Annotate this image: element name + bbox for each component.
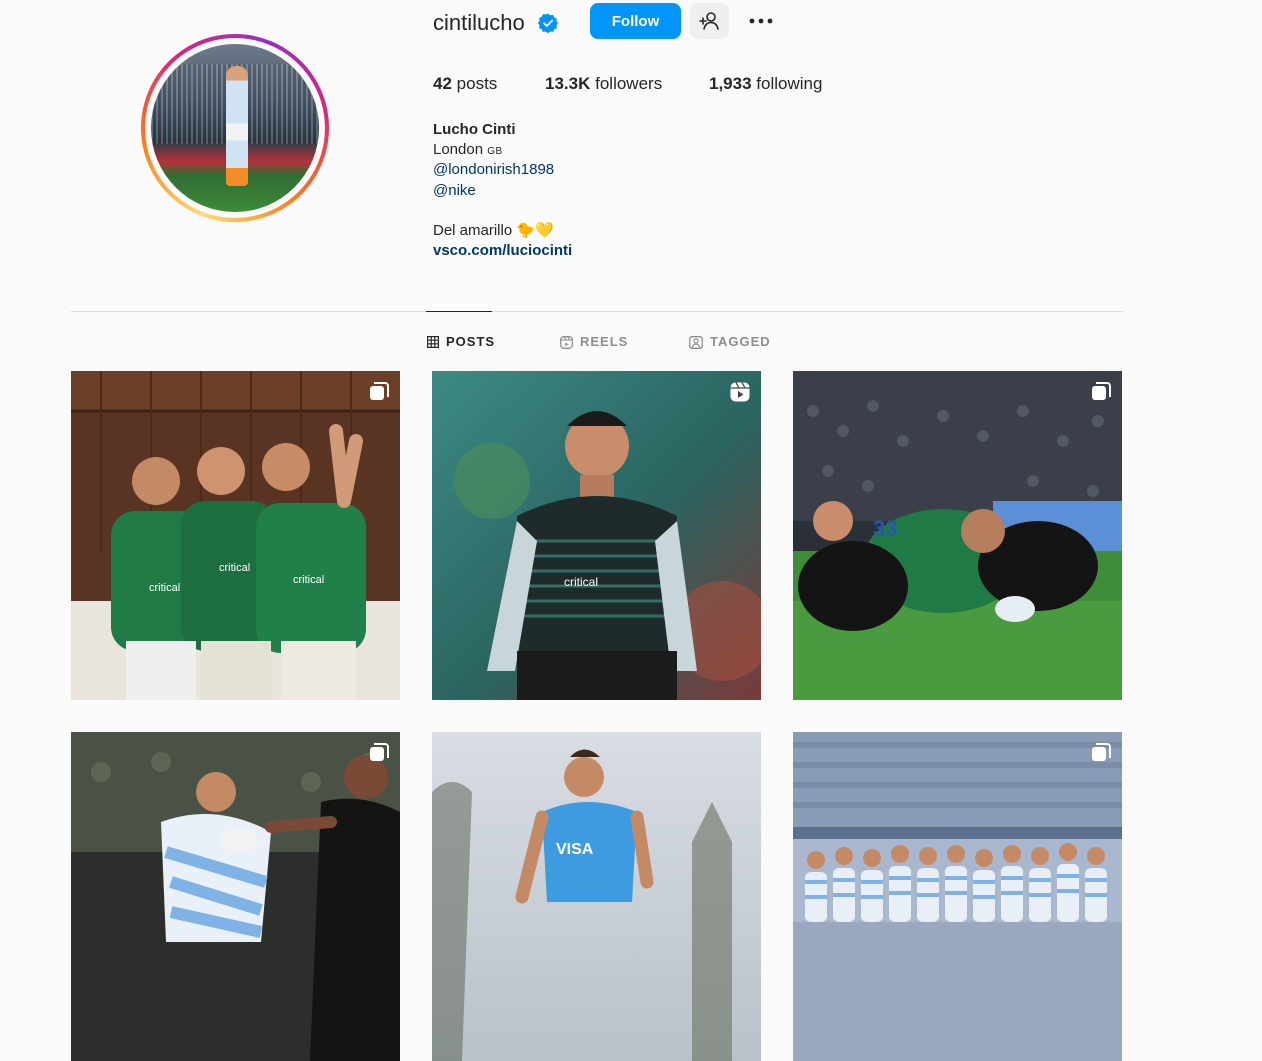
svg-text:critical: critical (293, 574, 324, 586)
add-person-icon (699, 12, 719, 30)
carousel-icon (370, 743, 389, 761)
post-tile[interactable] (793, 732, 1122, 1061)
post-photo-ball-carry (71, 732, 400, 1061)
svg-text:VISA: VISA (556, 841, 594, 858)
profile-username: cintilucho (433, 10, 525, 35)
follow-button[interactable]: Follow (590, 3, 681, 39)
tagged-icon (689, 335, 703, 349)
posts-count: 42 (433, 74, 452, 93)
post-photo-player-running: VISA (432, 732, 761, 1061)
post-tile[interactable]: VISA (432, 732, 761, 1061)
post-tile[interactable] (71, 732, 400, 1061)
verified-badge-icon (538, 13, 558, 33)
post-tile[interactable]: critical (432, 371, 761, 700)
following-stat[interactable]: 1,933 following (709, 73, 822, 95)
svg-text:33: 33 (873, 516, 897, 541)
followers-count: 13.3K (545, 74, 591, 93)
mention-link-nike[interactable]: @nike (433, 181, 476, 201)
tab-posts-label: POSTS (446, 334, 496, 349)
profile-location: London (433, 141, 484, 158)
tabs-divider (71, 311, 1123, 312)
profile-avatar-ring[interactable] (141, 34, 329, 222)
followers-stat[interactable]: 13.3K followers (545, 73, 662, 95)
reels-icon (560, 335, 573, 349)
profile-full-name: Lucho Cinti (433, 121, 516, 138)
location-flag: GB (487, 146, 503, 157)
post-photo-team-celebration: critical critical critical (71, 371, 400, 700)
bio-text: Del amarillo 🐤💛 (433, 222, 554, 239)
suggested-accounts-button[interactable] (690, 3, 729, 39)
website-link[interactable]: vsco.com/luciocinti (433, 241, 572, 261)
more-dots-icon (749, 18, 773, 24)
carousel-icon (370, 382, 389, 400)
tab-tagged[interactable]: TAGGED (689, 333, 771, 351)
avatar-border (145, 38, 325, 218)
profile-location-line: London GB (433, 140, 503, 162)
reel-icon (730, 382, 750, 402)
mention-link-londonirish[interactable]: @londonirish1898 (433, 160, 554, 180)
avatar-player-figure (226, 66, 248, 186)
active-tab-indicator (426, 311, 492, 312)
tab-posts[interactable]: POSTS (427, 333, 495, 351)
followers-label: followers (595, 74, 663, 93)
more-options-button[interactable] (745, 8, 777, 34)
svg-text:critical: critical (149, 582, 180, 594)
carousel-icon (1092, 382, 1111, 400)
post-tile[interactable]: 33 (793, 371, 1122, 700)
svg-text:critical: critical (219, 562, 250, 574)
grid-icon (427, 336, 439, 348)
tab-tagged-label: TAGGED (710, 334, 771, 349)
carousel-icon (1092, 743, 1111, 761)
tab-reels-label: REELS (580, 334, 629, 349)
post-photo-team-lineup (793, 732, 1122, 1061)
following-count: 1,933 (709, 74, 752, 93)
posts-label: posts (456, 74, 498, 93)
post-photo-try-scoring: 33 (793, 371, 1122, 700)
avatar (151, 44, 319, 212)
posts-count-stat: 42 posts (433, 73, 497, 95)
tab-reels[interactable]: REELS (560, 333, 628, 351)
post-tile[interactable]: critical critical critical (71, 371, 400, 700)
svg-text:critical: critical (564, 575, 598, 589)
following-label: following (756, 74, 823, 93)
post-photo-player-portrait: critical (432, 371, 761, 700)
